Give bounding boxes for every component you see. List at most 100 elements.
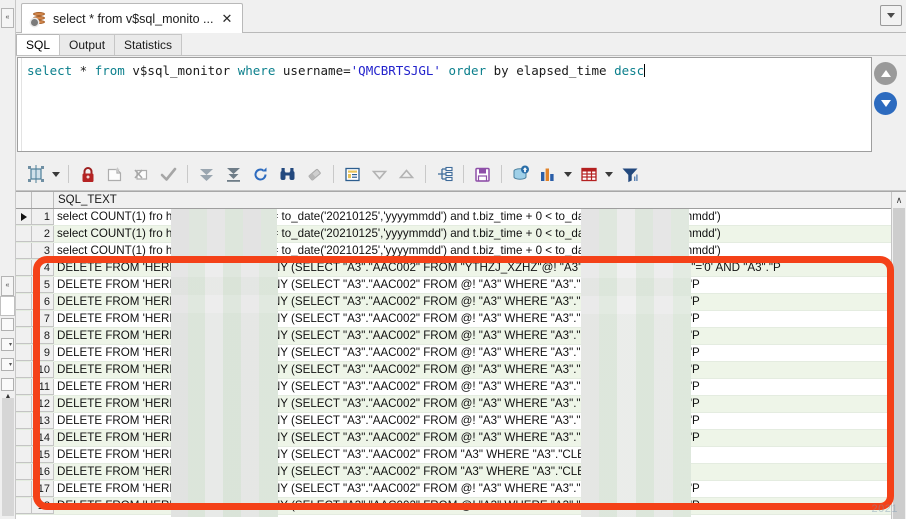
row-number-cell[interactable]: 16 bbox=[32, 464, 54, 480]
fetch-all-rows-button[interactable] bbox=[220, 161, 247, 187]
table-row[interactable]: 11 DELETE FROM 'HERE "A1"."AAC002"=ANY (S… bbox=[16, 379, 891, 396]
cell-sql-text[interactable]: DELETE FROM 'HERE "A1"."AAC002"=ANY (SEL… bbox=[54, 413, 891, 429]
export-grid-dropdown[interactable] bbox=[602, 161, 616, 187]
column-header-sql-text[interactable]: SQL_TEXT bbox=[54, 192, 906, 208]
grid-mode-button[interactable] bbox=[22, 161, 49, 187]
tab-statistics[interactable]: Statistics bbox=[114, 34, 183, 55]
row-selector-cell[interactable] bbox=[16, 243, 32, 259]
row-selector-cell[interactable] bbox=[16, 396, 32, 412]
document-tab-sql-monitor[interactable]: select * from v$sql_monito ... ✕ bbox=[21, 3, 244, 33]
row-selector-cell[interactable] bbox=[16, 209, 32, 225]
explain-plan-button[interactable] bbox=[431, 161, 458, 187]
left-dock-combo-1[interactable]: ▾ bbox=[1, 338, 14, 351]
grid-row-container[interactable]: 1 select COUNT(1) fro here t.biz_time + 0… bbox=[16, 209, 891, 519]
row-number-cell[interactable]: 7 bbox=[32, 311, 54, 327]
delete-record-button[interactable] bbox=[128, 161, 155, 187]
row-selector-cell[interactable] bbox=[16, 447, 32, 463]
table-row[interactable]: 9 DELETE FROM 'HERE "A1"."AAC002"=ANY (SE… bbox=[16, 345, 891, 362]
table-row[interactable]: 14 DELETE FROM 'HERE "A1"."AAC002"=ANY (S… bbox=[16, 430, 891, 447]
cell-sql-text[interactable]: DELETE FROM 'HERE "A1"."AAC002"=ANY (SEL… bbox=[54, 260, 891, 276]
cell-sql-text[interactable]: DELETE FROM 'HERE "A1"."AAC002"=ANY (SEL… bbox=[54, 464, 891, 480]
cell-sql-text[interactable]: DELETE FROM 'HERE "A1"."AAC002"=ANY (SEL… bbox=[54, 481, 891, 497]
row-selector-cell[interactable] bbox=[16, 464, 32, 480]
row-selector-cell[interactable] bbox=[16, 311, 32, 327]
cell-sql-text[interactable]: DELETE FROM 'HERE "A1"."AAC002"=ANY (SEL… bbox=[54, 447, 891, 463]
filter-button[interactable] bbox=[616, 161, 643, 187]
cell-sql-text[interactable]: DELETE FROM 'HERE "A1"."AAC002"=ANY (SEL… bbox=[54, 311, 891, 327]
table-row[interactable]: 4 DELETE FROM 'HERE "A1"."AAC002"=ANY (SE… bbox=[16, 260, 891, 277]
row-selector-cell[interactable] bbox=[16, 294, 32, 310]
row-selector-cell[interactable] bbox=[16, 498, 32, 514]
find-button[interactable] bbox=[274, 161, 301, 187]
row-number-cell[interactable]: 3 bbox=[32, 243, 54, 259]
row-selector-cell[interactable] bbox=[16, 481, 32, 497]
table-row[interactable]: 3 select COUNT(1) fro here t.biz_time + 0… bbox=[16, 243, 891, 260]
row-selector-cell[interactable] bbox=[16, 345, 32, 361]
cell-sql-text[interactable]: DELETE FROM 'HERE "A1"."AAC002"=ANY (SEL… bbox=[54, 345, 891, 361]
cell-sql-text[interactable]: DELETE FROM 'HERE "A1"."AAC002"=ANY (SEL… bbox=[54, 277, 891, 293]
row-selector-cell[interactable] bbox=[16, 277, 32, 293]
cell-sql-text[interactable]: DELETE FROM 'HERE "A1"."AAC002"=ANY (SEL… bbox=[54, 328, 891, 344]
cell-sql-text[interactable]: DELETE FROM 'HERE "A1"."AAC002"=ANY (SEL… bbox=[54, 430, 891, 446]
left-dock-scrollbar[interactable] bbox=[2, 398, 14, 516]
row-selector-cell[interactable] bbox=[16, 226, 32, 242]
grid-rownum-header[interactable] bbox=[32, 192, 54, 208]
row-selector-cell[interactable] bbox=[16, 430, 32, 446]
refresh-button[interactable] bbox=[247, 161, 274, 187]
grid-corner-cell[interactable] bbox=[16, 192, 32, 208]
chart-button[interactable] bbox=[534, 161, 561, 187]
table-row[interactable]: 5 DELETE FROM 'HERE "A1"."AAC002"=ANY (SE… bbox=[16, 277, 891, 294]
cell-sql-text[interactable]: DELETE FROM 'HERE "A1"."AAC002"=ANY (SEL… bbox=[54, 396, 891, 412]
table-row[interactable]: 1 select COUNT(1) fro here t.biz_time + 0… bbox=[16, 209, 891, 226]
previous-record-button[interactable] bbox=[366, 161, 393, 187]
clear-button[interactable] bbox=[301, 161, 328, 187]
row-number-cell[interactable]: 5 bbox=[32, 277, 54, 293]
row-number-cell[interactable]: 8 bbox=[32, 328, 54, 344]
save-button[interactable] bbox=[469, 161, 496, 187]
table-row[interactable]: 10 DELETE FROM 'HERE "A1"."AAC002"=ANY (S… bbox=[16, 362, 891, 379]
left-dock-combo-2[interactable]: ▾ bbox=[1, 358, 14, 371]
table-row[interactable]: 13 DELETE FROM 'HERE "A1"."AAC002"=ANY (S… bbox=[16, 413, 891, 430]
cell-sql-text[interactable]: select COUNT(1) fro here t.biz_time + 0 … bbox=[54, 226, 891, 242]
export-to-database-button[interactable] bbox=[507, 161, 534, 187]
row-number-cell[interactable]: 6 bbox=[32, 294, 54, 310]
row-number-cell[interactable]: 18 bbox=[32, 498, 54, 514]
row-selector-cell[interactable] bbox=[16, 379, 32, 395]
row-number-cell[interactable]: 2 bbox=[32, 226, 54, 242]
row-number-cell[interactable]: 15 bbox=[32, 447, 54, 463]
sql-editor[interactable]: select * from v$sql_monitor where userna… bbox=[17, 57, 872, 152]
tab-overflow-button[interactable] bbox=[880, 5, 902, 26]
commit-record-button[interactable] bbox=[155, 161, 182, 187]
row-number-cell[interactable]: 17 bbox=[32, 481, 54, 497]
tab-output[interactable]: Output bbox=[59, 34, 116, 55]
next-record-button[interactable] bbox=[393, 161, 420, 187]
row-selector-cell[interactable] bbox=[16, 328, 32, 344]
row-number-cell[interactable]: 4 bbox=[32, 260, 54, 276]
table-row[interactable]: 12 DELETE FROM 'HERE "A1"."AAC002"=ANY (S… bbox=[16, 396, 891, 413]
single-record-view-button[interactable] bbox=[339, 161, 366, 187]
export-grid-button[interactable] bbox=[575, 161, 602, 187]
table-row[interactable]: 7 DELETE FROM 'HERE "A1"."AAC002"=ANY (SE… bbox=[16, 311, 891, 328]
grid-mode-dropdown[interactable] bbox=[49, 161, 63, 187]
cell-sql-text[interactable]: DELETE FROM 'HERE "A1"."AAC002"=ANY (SEL… bbox=[54, 362, 891, 378]
scroll-down-arrow-icon[interactable] bbox=[874, 92, 897, 115]
row-number-cell[interactable]: 9 bbox=[32, 345, 54, 361]
table-row[interactable]: 18 DELETE FROM 'HERE "A1"."AAC002"=ANY (S… bbox=[16, 498, 891, 515]
tab-sql[interactable]: SQL bbox=[16, 34, 61, 55]
scroll-up-icon[interactable]: ∧ bbox=[892, 192, 906, 208]
row-number-cell[interactable]: 10 bbox=[32, 362, 54, 378]
row-number-cell[interactable]: 1 bbox=[32, 209, 54, 225]
row-number-cell[interactable]: 12 bbox=[32, 396, 54, 412]
left-dock-field[interactable] bbox=[1, 318, 14, 331]
cell-sql-text[interactable]: DELETE FROM 'HERE "A1"."AAC002"=ANY (SEL… bbox=[54, 498, 891, 514]
insert-record-button[interactable] bbox=[101, 161, 128, 187]
table-row[interactable]: 8 DELETE FROM 'HERE "A1"."AAC002"=ANY (SE… bbox=[16, 328, 891, 345]
table-row[interactable]: 16 DELETE FROM 'HERE "A1"."AAC002"=ANY (S… bbox=[16, 464, 891, 481]
table-row[interactable]: 6 DELETE FROM 'HERE "A1"."AAC002"=ANY (SE… bbox=[16, 294, 891, 311]
close-icon[interactable]: ✕ bbox=[219, 12, 234, 25]
left-dock-collapse-button-bottom[interactable]: « bbox=[1, 276, 14, 296]
cell-sql-text[interactable]: select COUNT(1) fro here t.biz_time + 0 … bbox=[54, 243, 891, 259]
lock-record-button[interactable] bbox=[74, 161, 101, 187]
row-selector-cell[interactable] bbox=[16, 413, 32, 429]
row-number-cell[interactable]: 11 bbox=[32, 379, 54, 395]
